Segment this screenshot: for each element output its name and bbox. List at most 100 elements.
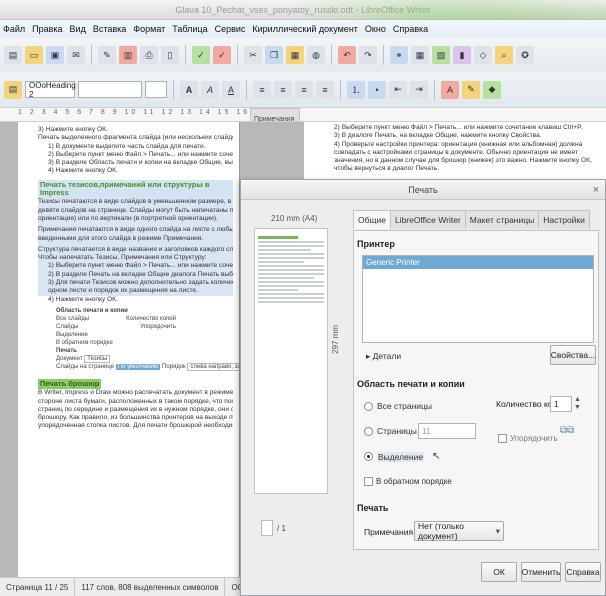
- reverse-order-label: В обратном порядке: [376, 477, 452, 486]
- copy-icon[interactable]: ❐: [265, 46, 283, 64]
- doc-line: 4) Проверьте настройки принтера: ориента…: [334, 140, 583, 148]
- pages-input[interactable]: 11: [418, 423, 476, 439]
- align-center-icon[interactable]: ≡: [274, 80, 292, 99]
- details-label: Детали: [372, 351, 402, 361]
- align-left-icon[interactable]: ≡: [253, 80, 271, 99]
- menu-window[interactable]: Окно: [365, 24, 386, 34]
- close-icon[interactable]: ×: [593, 180, 599, 200]
- tab-options[interactable]: Настройки: [538, 210, 590, 229]
- bullets-icon[interactable]: •: [368, 80, 386, 99]
- email-icon[interactable]: ✉: [67, 46, 85, 64]
- export-pdf-icon[interactable]: ▥: [119, 46, 137, 64]
- open-folder-icon[interactable]: ▭: [25, 46, 43, 64]
- menu-insert[interactable]: Вставка: [93, 24, 126, 34]
- menu-tools[interactable]: Сервис: [215, 24, 246, 34]
- general-tab-panel: Принтер Generic Printer ▸ Детали Свойств…: [353, 230, 599, 550]
- underline-icon[interactable]: A: [222, 80, 240, 99]
- justify-icon[interactable]: ≡: [316, 80, 334, 99]
- print-icon[interactable]: ⎙: [140, 46, 158, 64]
- print-preview-icon[interactable]: ▯: [161, 46, 179, 64]
- doc-line: 3) Для печати Тезисов можно дополнительн…: [48, 279, 233, 287]
- selection-radio[interactable]: Выделение ↖: [364, 451, 440, 462]
- decrease-indent-icon[interactable]: ⇤: [389, 80, 407, 99]
- radio-icon: [364, 426, 373, 436]
- menu-format[interactable]: Формат: [133, 24, 165, 34]
- tab-page-layout[interactable]: Макет страницы: [464, 210, 540, 229]
- bold-icon[interactable]: A: [180, 80, 198, 99]
- status-word-count[interactable]: 117 слов, 808 выделенных символов: [75, 577, 226, 596]
- mini-document: Документ: [56, 355, 83, 362]
- redo-icon[interactable]: ↷: [359, 46, 377, 64]
- document-page-right[interactable]: 2) Выберите пункт меню Файл > Печать... …: [304, 122, 606, 182]
- selected-text-block[interactable]: Печать тезисов,примечаний или структуры …: [38, 179, 233, 296]
- pages-radio[interactable]: Страницы: [364, 426, 417, 436]
- print-preview: [254, 228, 328, 494]
- menu-cyrillic-document[interactable]: Кириллический документ: [252, 24, 358, 34]
- window-title-bar: Glava 10_Pechat_vsex_ponyatoy_russki.odt…: [0, 0, 606, 20]
- highlight-icon[interactable]: ✎: [462, 80, 480, 99]
- table-icon[interactable]: ▦: [411, 46, 429, 64]
- edit-mode-icon[interactable]: ✎: [98, 46, 116, 64]
- all-pages-radio[interactable]: Все страницы: [364, 401, 432, 411]
- mini-slides-per-page: Слайды на странице: [56, 363, 115, 370]
- clone-format-icon[interactable]: ◍: [307, 46, 325, 64]
- ok-button[interactable]: ОК: [481, 562, 517, 582]
- reverse-order-checkbox[interactable]: В обратном порядке: [364, 477, 452, 486]
- menu-view[interactable]: Вид: [70, 24, 86, 34]
- font-color-icon[interactable]: A: [441, 80, 459, 99]
- document-page[interactable]: 3) Нажмите кнопку ОК. Печать выделенного…: [18, 122, 240, 577]
- font-name-combo[interactable]: [78, 81, 142, 98]
- mini-copies: Количество копий: [126, 315, 176, 322]
- selection-label: Выделение: [377, 451, 425, 462]
- navigator-icon[interactable]: ✪: [516, 46, 534, 64]
- help-button[interactable]: Справка: [565, 562, 601, 582]
- spellcheck-icon[interactable]: ✓: [192, 46, 210, 64]
- doc-heading: Печать тезисов,примечаний или структуры …: [38, 179, 233, 199]
- cut-icon[interactable]: ✂: [244, 46, 262, 64]
- printer-list[interactable]: Generic Printer: [362, 255, 594, 343]
- doc-line: 3) В диалоге Печать, на вкладке Общие, н…: [334, 132, 542, 140]
- new-document-icon[interactable]: ▤: [4, 46, 22, 64]
- hyperlink-icon[interactable]: ⚭: [390, 46, 408, 64]
- details-expander[interactable]: ▸ Детали: [366, 351, 401, 362]
- properties-button[interactable]: Свойства...: [550, 345, 596, 365]
- notes-dropdown[interactable]: Нет (только документ) ▾: [414, 521, 504, 541]
- menu-file[interactable]: Файл: [3, 24, 25, 34]
- menu-table[interactable]: Таблица: [172, 24, 207, 34]
- doc-line: брошюру. Как правило, из большинства при…: [38, 414, 233, 422]
- paragraph-style-combo[interactable]: OOoHeading 2: [25, 81, 76, 99]
- increase-indent-icon[interactable]: ⇥: [410, 80, 428, 99]
- cancel-button[interactable]: Отменить: [521, 562, 561, 582]
- status-page[interactable]: Страница 11 / 25: [0, 577, 76, 596]
- ruler[interactable]: 1 2 3 4 5 6 7 8 9 10 11 12 13 14 15 16 1…: [0, 108, 606, 123]
- copies-spinbox[interactable]: 1: [550, 396, 572, 412]
- find-icon[interactable]: ⌕: [495, 46, 513, 64]
- print-section-label: Печать: [357, 503, 389, 513]
- save-icon[interactable]: ▣: [46, 46, 64, 64]
- notes-label: Примечания: [364, 527, 414, 537]
- chart-icon[interactable]: ▮: [453, 46, 471, 64]
- doc-line: упорядоченная стопка листов. Для печати …: [38, 422, 233, 430]
- styles-icon[interactable]: ▤: [4, 80, 22, 99]
- standard-toolbar: ▤ ▭ ▣ ✉ ✎ ▥ ⎙ ▯ ✓ ✓ ✂ ❐ ▦ ◍ ↶ ↷ ⚭ ▦ ▨ ▮ …: [0, 38, 606, 72]
- spin-arrows-icon[interactable]: ▲ ▼: [574, 396, 581, 412]
- draw-functions-icon[interactable]: ◇: [474, 46, 492, 64]
- align-right-icon[interactable]: ≡: [295, 80, 313, 99]
- background-color-icon[interactable]: ◆: [483, 80, 501, 99]
- collate-checkbox[interactable]: Упорядочить: [498, 434, 558, 443]
- menu-help[interactable]: Справка: [393, 24, 428, 34]
- numbering-icon[interactable]: ⒈: [347, 80, 365, 99]
- menu-edit[interactable]: Правка: [32, 24, 62, 34]
- printer-item[interactable]: Generic Printer: [363, 256, 593, 269]
- italic-icon[interactable]: A: [201, 80, 219, 99]
- tab-libreoffice-writer[interactable]: LibreOffice Writer: [389, 210, 466, 229]
- paste-icon[interactable]: ▦: [286, 46, 304, 64]
- image-icon[interactable]: ▨: [432, 46, 450, 64]
- mouse-cursor-icon: ↖: [432, 451, 441, 462]
- page-number-field[interactable]: [261, 520, 273, 536]
- menu-bar: Файл Правка Вид Вставка Формат Таблица С…: [0, 20, 606, 38]
- undo-icon[interactable]: ↶: [338, 46, 356, 64]
- autospellcheck-icon[interactable]: ✓: [213, 46, 231, 64]
- tab-general[interactable]: Общие: [353, 210, 391, 229]
- font-size-combo[interactable]: [145, 81, 167, 98]
